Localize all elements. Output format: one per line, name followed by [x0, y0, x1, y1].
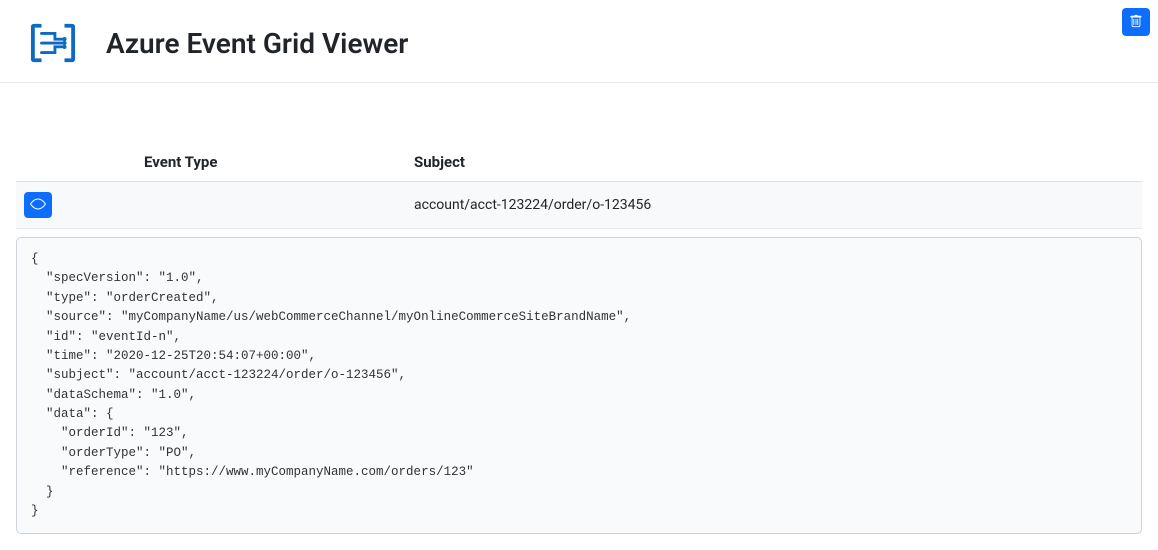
cell-event-type	[136, 182, 406, 229]
table-row-details: { "specVersion": "1.0", "type": "orderCr…	[16, 229, 1142, 535]
page-title: Azure Event Grid Viewer	[106, 27, 408, 60]
trash-icon	[1129, 14, 1143, 31]
column-header-toggle	[16, 143, 136, 182]
page-header: Azure Event Grid Viewer	[0, 0, 1158, 83]
events-table: Event Type Subject ac	[16, 143, 1142, 534]
clear-events-button[interactable]	[1122, 8, 1150, 36]
table-header-row: Event Type Subject	[16, 143, 1142, 182]
event-payload-json: { "specVersion": "1.0", "type": "orderCr…	[16, 237, 1142, 534]
eye-icon	[30, 196, 46, 215]
events-section: Event Type Subject ac	[0, 83, 1158, 550]
app-logo	[28, 18, 78, 68]
column-header-subject: Subject	[406, 143, 1142, 182]
column-header-event-type: Event Type	[136, 143, 406, 182]
toggle-details-button[interactable]	[24, 192, 52, 218]
table-row: account/acct-123224/order/o-123456	[16, 182, 1142, 229]
cell-subject: account/acct-123224/order/o-123456	[406, 182, 1142, 229]
